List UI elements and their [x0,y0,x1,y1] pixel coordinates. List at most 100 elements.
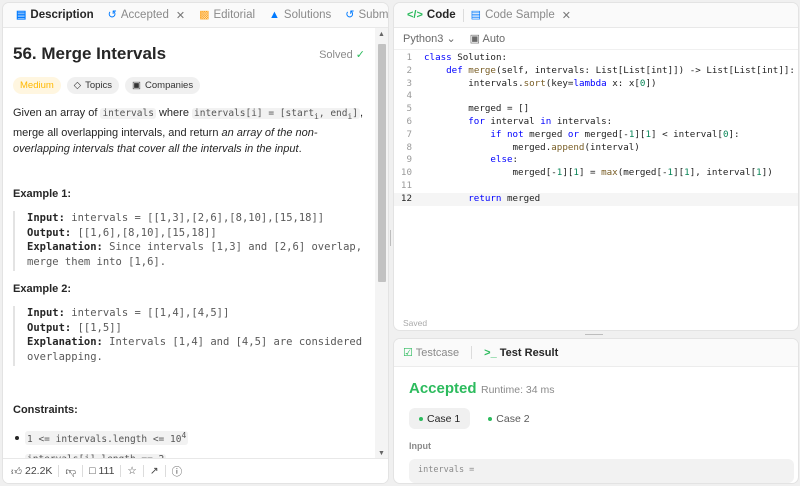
solved-status: Solved ✓ [319,48,365,61]
scroll-up-icon[interactable]: ▲ [378,31,385,38]
description-panel: ▤ Description ↺ Accepted ✕ ▩ Editorial ▲… [2,2,389,484]
pass-dot [419,416,423,421]
code-line[interactable]: 1 class Solution: [394,52,798,65]
constraint-text: 1 <= intervals.length <= 10 [27,434,182,446]
line-number: 6 [406,115,412,127]
divider [164,465,166,477]
tab-submissions[interactable]: ↺ Submissions [338,3,389,28]
case-2-tab[interactable]: Case 2 [478,408,539,429]
tab-code-sample[interactable]: ▤ Code Sample ✕ [464,3,578,28]
code-text: if not merged or merged[-1][1] < interva… [490,128,740,140]
code-panel: </> Code ▤ Code Sample ✕ Python3 ⌄ ▣ Aut… [393,2,799,331]
tab-testcase[interactable]: ☑ Testcase [403,346,459,359]
case-1-tab[interactable]: Case 1 [409,408,471,429]
code-tabbar: </> Code ▤ Code Sample ✕ [394,3,798,28]
tag-icon: ◇ [73,80,82,91]
code-line[interactable]: 11 [394,180,798,193]
like-button[interactable]: 👍︎ 22.2K [11,465,52,478]
case-label: Case 1 [427,412,461,425]
divider [120,465,122,477]
comments-button[interactable]: □ 111 [89,465,114,477]
dislike-button[interactable]: 👎︎ [65,465,76,478]
result-status: Accepted [409,380,477,397]
tab-description[interactable]: ▤ Description [9,3,101,28]
case-label: Case 2 [496,412,530,425]
code-line[interactable]: 7 if not merged or merged[-1][1] < inter… [394,128,798,142]
code-text: def merge(self, intervals: List[List[int… [446,64,795,76]
vertical-resize-handle[interactable] [390,230,391,246]
problem-title[interactable]: 56. Merge Intervals [13,44,166,64]
saved-status: Saved [403,318,428,328]
code-line[interactable]: 12 return merged [394,192,798,206]
tab-label: Submissions [358,9,389,21]
share-button[interactable]: ↗ [150,465,159,477]
like-count: 22.2K [24,465,53,477]
scroll-down-icon[interactable]: ▼ [378,450,385,457]
scrollbar[interactable]: ▲ ▼ [375,28,388,460]
chevron-down-icon: ⌄ [446,33,456,45]
tab-solutions[interactable]: ▲ Solutions [262,3,338,28]
line-number: 5 [406,103,412,115]
code-line[interactable]: 4 [394,90,798,103]
output-label: Output: [27,226,72,239]
close-icon[interactable]: ✕ [176,9,185,22]
output-label: Output: [27,321,72,334]
problem-description: Given an array of intervals where interv… [13,105,365,157]
line-number: 7 [406,128,412,140]
topics-tag[interactable]: ◇ Topics [66,77,120,94]
example-input: Input: intervals = [[1,4],[4,5]] [27,306,365,321]
tab-code[interactable]: </> Code [400,3,463,28]
input-label: Input [409,441,431,451]
tab-label: Solutions [283,9,332,21]
terminal-icon: >_ [484,346,497,359]
horizontal-resize-handle[interactable] [585,334,603,335]
close-icon[interactable]: ✕ [562,9,571,22]
code-line[interactable]: 9 else: [394,154,798,167]
scroll-thumb[interactable] [378,44,386,282]
language-select[interactable]: Python3 ⌄ [403,32,456,45]
superscript: 4 [181,431,187,440]
input-value: intervals = [[1,4],[4,5]] [64,307,230,319]
example-block: Input: intervals = [[1,4],[4,5]] Output:… [13,306,365,366]
code-line[interactable]: 6 for interval in intervals: [394,115,798,129]
line-number: 9 [406,154,412,166]
example-heading: Example 2: [13,283,72,295]
topics-label: Topics [85,80,113,91]
book-icon: ▩ [199,8,210,21]
tab-label: Test Result [499,346,559,359]
code-line[interactable]: 8 merged.append(interval) [394,142,798,155]
lock-icon: ▣ [132,80,142,91]
inline-code: intervals [100,108,156,119]
line-number: 4 [406,90,412,102]
code-editor[interactable]: 1 class Solution: 2 def merge(self, interv… [394,52,798,206]
code-part: , end [318,108,348,119]
code-line[interactable]: 10 merged[-1][1] = max(merged[-1][1], in… [394,167,798,180]
constraint-code: 1 <= intervals.length <= 104 [25,431,189,446]
help-button[interactable]: ⓘ [172,464,183,479]
inline-code: intervals[i] = [starti, endi] [192,108,360,121]
tab-accepted[interactable]: ↺ Accepted ✕ [101,3,192,28]
code-text: return merged [468,192,541,204]
desc-text: where [155,107,192,119]
code-icon: </> [407,8,423,21]
tab-test-result[interactable]: >_ Test Result [484,347,558,359]
code-text: intervals.sort(key=lambda x: x[0]) [468,77,657,89]
question-icon: ⓘ [171,465,183,478]
favorite-button[interactable]: ☆ [127,465,136,477]
share-icon: ↗ [149,465,159,477]
case-tabs: Case 1 Case 2 [409,408,540,429]
mode-toggle[interactable]: ▣ Auto [470,32,506,45]
example-heading: Example 1: [13,188,72,200]
editor-toolbar: Python3 ⌄ ▣ Auto [394,28,798,50]
line-number: 1 [406,52,412,63]
comment-count: 111 [98,465,115,477]
code-line[interactable]: 5 merged = [] [394,103,798,116]
document-icon: ▤ [16,8,27,21]
code-line[interactable]: 3 intervals.sort(key=lambda x: x[0]) [394,77,798,91]
left-tabbar: ▤ Description ↺ Accepted ✕ ▩ Editorial ▲… [3,3,388,28]
runtime-text: Runtime: 34 ms [481,384,555,396]
companies-tag[interactable]: ▣ Companies [125,77,201,94]
difficulty-badge: Medium [13,77,61,94]
code-line[interactable]: 2 def merge(self, intervals: List[List[i… [394,64,798,78]
tab-editorial[interactable]: ▩ Editorial [192,3,262,28]
